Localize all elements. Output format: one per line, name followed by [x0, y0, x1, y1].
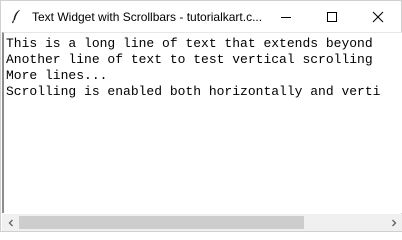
- text-line: This is a long line of text that extends…: [6, 36, 373, 51]
- app-window: Text Widget with Scrollbars - tutorialka…: [0, 0, 402, 232]
- maximize-icon: [327, 11, 337, 22]
- feather-icon: [11, 9, 21, 24]
- text-line: Another line of text to test vertical sc…: [6, 52, 373, 67]
- text-line: Scrolling is enabled both horizontally a…: [6, 84, 381, 99]
- window-title: Text Widget with Scrollbars - tutorialka…: [32, 10, 263, 24]
- chevron-left-icon: [8, 219, 13, 226]
- title-bar[interactable]: Text Widget with Scrollbars - tutorialka…: [1, 1, 401, 32]
- close-icon: [372, 11, 384, 22]
- scroll-left-button[interactable]: [2, 214, 19, 231]
- minimize-icon: [281, 16, 291, 18]
- maximize-button[interactable]: [309, 1, 355, 32]
- text-widget[interactable]: This is a long line of text that extends…: [2, 32, 402, 213]
- close-button[interactable]: [355, 1, 401, 32]
- horizontal-scrollbar[interactable]: [2, 214, 402, 231]
- minimize-button[interactable]: [263, 1, 309, 32]
- chevron-right-icon: [391, 219, 396, 226]
- scroll-right-button[interactable]: [385, 214, 402, 231]
- scrollbar-thumb[interactable]: [19, 216, 304, 229]
- text-line: More lines...: [6, 68, 108, 83]
